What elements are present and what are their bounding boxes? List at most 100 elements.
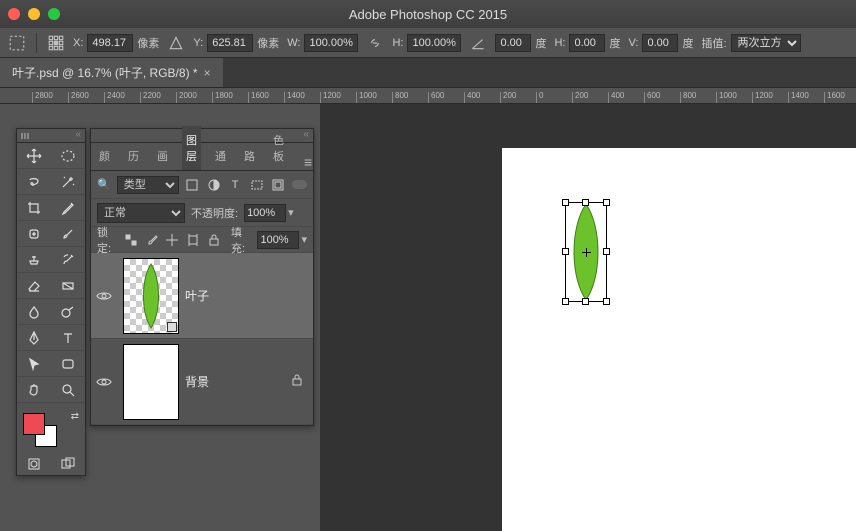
layer-row-leaf[interactable]: 叶子	[91, 253, 313, 339]
dodge-tool[interactable]	[51, 299, 85, 325]
interp-group: 插值: 两次立方	[701, 34, 800, 52]
ruler-tick: 800	[392, 92, 408, 104]
tab-layers[interactable]: 图层	[182, 126, 201, 170]
filter-toggle-switch[interactable]	[292, 180, 307, 189]
layer-thumbnail[interactable]	[123, 344, 179, 420]
y-input[interactable]	[207, 34, 253, 52]
filter-smart-icon[interactable]	[270, 176, 285, 194]
tab-history[interactable]: 历	[124, 142, 143, 170]
fill-input[interactable]	[257, 231, 299, 249]
transform-handle-s[interactable]	[582, 298, 589, 305]
transform-handle-e[interactable]	[603, 248, 610, 255]
crop-tool[interactable]	[17, 195, 51, 221]
panel-menu-icon[interactable]: ≡	[298, 154, 318, 170]
eyedropper-tool[interactable]	[51, 195, 85, 221]
quick-mask-toggle[interactable]	[17, 453, 51, 475]
history-brush-tool[interactable]	[51, 247, 85, 273]
ruler-tick: 1800	[212, 92, 233, 104]
transform-handle-se[interactable]	[603, 298, 610, 305]
h-input[interactable]	[407, 34, 461, 52]
blend-mode-select[interactable]: 正常	[97, 203, 185, 223]
tab-brushes[interactable]: 画	[153, 142, 172, 170]
lock-all-icon[interactable]	[206, 231, 221, 249]
delta-icon[interactable]	[167, 34, 185, 52]
eraser-tool[interactable]	[17, 273, 51, 299]
filter-shape-icon[interactable]	[249, 176, 264, 194]
move-tool[interactable]	[17, 143, 51, 169]
foreground-color-swatch[interactable]	[23, 413, 45, 435]
zoom-tool[interactable]	[51, 377, 85, 403]
angle-input[interactable]	[495, 34, 531, 52]
w-input[interactable]	[304, 34, 358, 52]
tab-paths[interactable]: 路	[240, 142, 259, 170]
toolbox-panel: « ⇄	[16, 128, 86, 476]
lock-position-icon[interactable]	[165, 231, 180, 249]
brush-tool[interactable]	[51, 221, 85, 247]
vskew-input[interactable]	[642, 34, 678, 52]
shape-tool[interactable]	[51, 351, 85, 377]
document-tab[interactable]: 叶子.psd @ 16.7% (叶子, RGB/8) * ×	[0, 58, 223, 87]
type-tool[interactable]	[51, 325, 85, 351]
collapse-icon[interactable]: «	[75, 129, 81, 142]
magic-wand-tool[interactable]	[51, 169, 85, 195]
blur-tool[interactable]	[17, 299, 51, 325]
ruler-tick: 200	[572, 92, 588, 104]
transform-handle-n[interactable]	[582, 199, 589, 206]
lock-artboard-icon[interactable]	[186, 231, 201, 249]
hskew-input[interactable]	[569, 34, 605, 52]
interp-select[interactable]: 两次立方	[731, 34, 801, 52]
toolbox-header[interactable]: «	[17, 129, 85, 143]
chevron-down-icon[interactable]: ▾	[301, 233, 307, 246]
lock-label: 锁定:	[97, 224, 117, 256]
hand-tool[interactable]	[17, 377, 51, 403]
transform-handle-nw[interactable]	[562, 199, 569, 206]
chevron-down-icon[interactable]: ▾	[288, 206, 294, 219]
angle-icon	[469, 34, 487, 52]
collapse-icon[interactable]: «	[303, 129, 309, 142]
opacity-input[interactable]	[244, 204, 286, 222]
filter-type-icon[interactable]: T	[227, 176, 242, 194]
transform-handle-w[interactable]	[562, 248, 569, 255]
swap-colors-icon[interactable]: ⇄	[71, 411, 79, 422]
minimize-window-button[interactable]	[28, 8, 40, 20]
ruler-tick: 2400	[104, 92, 125, 104]
layer-row-background[interactable]: 背景	[91, 339, 313, 425]
tab-channels[interactable]: 通	[211, 142, 230, 170]
filter-adjust-icon[interactable]	[206, 176, 221, 194]
zoom-window-button[interactable]	[48, 8, 60, 20]
x-label: X:	[73, 37, 83, 49]
reference-point-icon[interactable]	[47, 34, 65, 52]
layer-name[interactable]: 叶子	[185, 287, 209, 304]
filter-pixel-icon[interactable]	[185, 176, 200, 194]
screen-mode-toggle[interactable]	[51, 453, 85, 475]
healing-brush-tool[interactable]	[17, 221, 51, 247]
transform-handle-ne[interactable]	[603, 199, 610, 206]
clone-stamp-tool[interactable]	[17, 247, 51, 273]
layer-name[interactable]: 背景	[185, 373, 209, 390]
filter-kind-select[interactable]: 类型	[117, 176, 179, 194]
layer-thumbnail[interactable]	[123, 258, 179, 334]
lock-transparency-icon[interactable]	[123, 231, 138, 249]
close-tab-icon[interactable]: ×	[204, 66, 211, 80]
transform-center-icon[interactable]	[582, 248, 591, 257]
close-window-button[interactable]	[8, 8, 20, 20]
visibility-toggle[interactable]	[91, 290, 117, 302]
lock-pixels-icon[interactable]	[144, 231, 159, 249]
marquee-tool[interactable]	[51, 143, 85, 169]
horizontal-ruler: 2800260024002200200018001600140012001000…	[0, 88, 856, 104]
x-input[interactable]	[87, 34, 133, 52]
pen-tool[interactable]	[17, 325, 51, 351]
quick-mask-row	[17, 453, 85, 475]
transform-handle-sw[interactable]	[562, 298, 569, 305]
tab-color[interactable]: 颜	[95, 142, 114, 170]
path-selection-tool[interactable]	[17, 351, 51, 377]
lasso-tool[interactable]	[17, 169, 51, 195]
transform-bounding-box[interactable]	[565, 202, 607, 302]
document-canvas[interactable]	[502, 148, 856, 531]
canvas-stage[interactable]	[320, 104, 856, 531]
ruler-tick: 1000	[716, 92, 737, 104]
visibility-toggle[interactable]	[91, 376, 117, 388]
tab-swatches[interactable]: 色板	[269, 126, 288, 170]
aspect-link-icon[interactable]	[366, 34, 384, 52]
gradient-tool[interactable]	[51, 273, 85, 299]
